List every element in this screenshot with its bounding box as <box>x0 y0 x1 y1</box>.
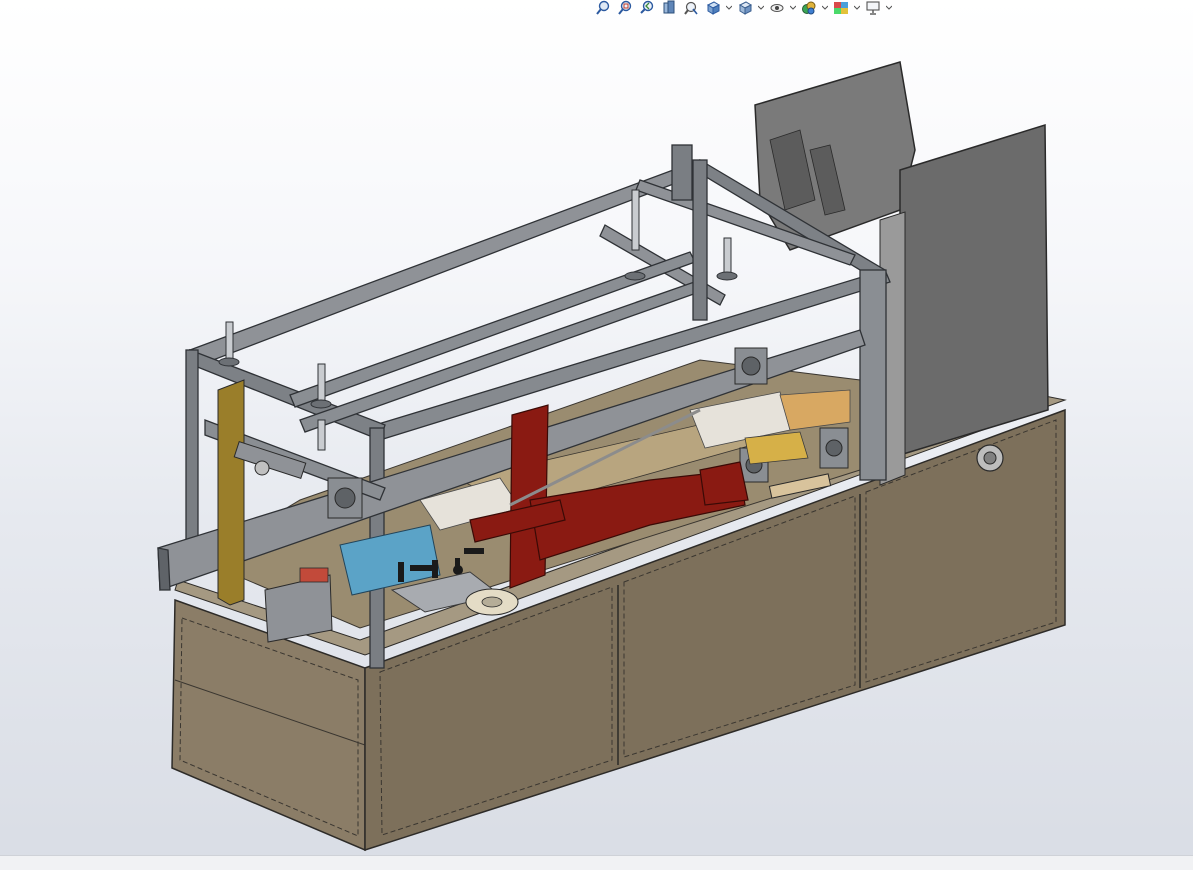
chevron-down-icon[interactable] <box>854 0 860 16</box>
magazine-side-panel <box>899 123 1049 457</box>
view-settings-icon[interactable] <box>864 0 882 16</box>
chevron-down-icon[interactable] <box>790 0 796 16</box>
status-bar <box>0 855 1193 870</box>
zoom-to-area-icon[interactable] <box>616 0 634 16</box>
zoom-to-fit-icon[interactable] <box>594 0 612 16</box>
display-style-icon[interactable] <box>736 0 754 16</box>
chevron-down-icon[interactable] <box>822 0 828 16</box>
hide-show-items-icon[interactable] <box>768 0 786 16</box>
previous-view-icon[interactable] <box>638 0 656 16</box>
chevron-down-icon[interactable] <box>886 0 892 16</box>
chevron-down-icon[interactable] <box>758 0 764 16</box>
graphics-area[interactable] <box>0 0 1193 870</box>
chevron-down-icon[interactable] <box>726 0 732 16</box>
dynamic-annotation-icon[interactable] <box>682 0 700 16</box>
machine-model[interactable] <box>0 0 1193 869</box>
section-view-icon[interactable] <box>660 0 678 16</box>
edit-appearance-icon[interactable] <box>800 0 818 16</box>
apply-scene-icon[interactable] <box>832 0 850 16</box>
view-orientation-icon[interactable] <box>704 0 722 16</box>
yellow-guide-rail <box>217 379 245 606</box>
heads-up-view-toolbar <box>594 0 892 16</box>
